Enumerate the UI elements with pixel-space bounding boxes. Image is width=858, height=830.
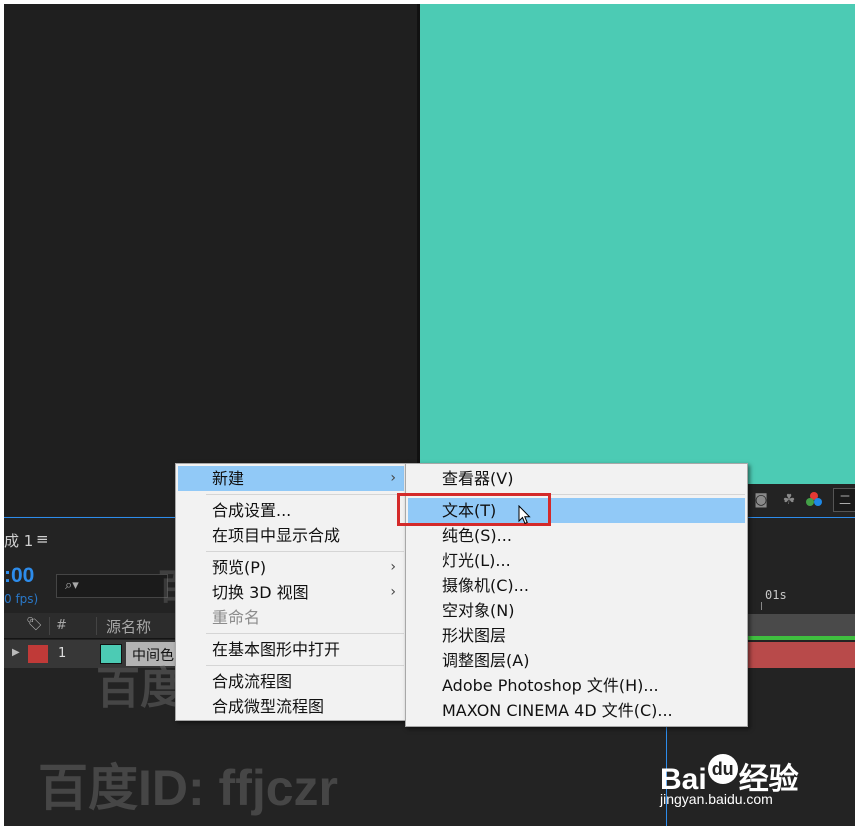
menu-item-shape-layer[interactable]: 形状图层 [408, 623, 745, 648]
menu-separator [206, 494, 404, 495]
menu-item-camera[interactable]: 摄像机(C)... [408, 573, 745, 598]
layer-search-input[interactable]: ⌕▾ [56, 574, 168, 598]
frame-rate: 0 fps) [4, 592, 39, 606]
menu-item-reveal-in-project[interactable]: 在项目中显示合成 [178, 523, 404, 548]
menu-item-viewer[interactable]: 查看器(V) [408, 466, 745, 491]
viewer-pasteboard [4, 4, 417, 516]
menu-item-label: 切换 3D 视图 [212, 583, 309, 602]
menu-separator [206, 665, 404, 666]
label-tag-icon[interactable]: 🏷 [26, 617, 43, 632]
menu-item-comp-flowchart[interactable]: 合成流程图 [178, 669, 404, 694]
menu-item-solid[interactable]: 纯色(S)... [408, 523, 745, 548]
channel-rgb-icon[interactable] [805, 492, 823, 508]
menu-item-comp-mini-flowchart[interactable]: 合成微型流程图 [178, 694, 404, 719]
column-number-header[interactable]: # [56, 618, 67, 633]
mouse-cursor-icon [518, 505, 531, 525]
menu-item-photoshop-file[interactable]: Adobe Photoshop 文件(H)... [408, 673, 745, 698]
timeline-tab[interactable]: 成 1 [4, 530, 33, 551]
column-divider [96, 617, 97, 635]
menu-item-cinema4d-file[interactable]: MAXON CINEMA 4D 文件(C)... [408, 698, 745, 723]
region-of-interest-button[interactable]: 二 [833, 488, 855, 512]
baidu-jingyan-url: jingyan.baidu.com [660, 791, 773, 807]
menu-item-label: 新建 [212, 469, 245, 488]
menu-item-switch-3d-view[interactable]: 切换 3D 视图 › [178, 580, 404, 605]
ruler-time-label: 01s [765, 588, 787, 602]
submenu-arrow-icon: › [390, 559, 396, 575]
ruler-tick [761, 602, 762, 610]
context-menu: 新建 › 合成设置... 在项目中显示合成 预览(P) › 切换 3D 视图 ›… [175, 463, 407, 721]
submenu-arrow-icon: › [390, 584, 396, 600]
submenu-arrow-icon: › [390, 470, 396, 486]
composition-canvas[interactable] [420, 4, 855, 484]
current-timecode[interactable]: :00 [4, 564, 34, 588]
menu-item-light[interactable]: 灯光(L)... [408, 548, 745, 573]
expand-arrow-icon[interactable]: ▶ [12, 647, 20, 658]
menu-item-rename: 重命名 [212, 608, 261, 627]
menu-item-new[interactable]: 新建 › [178, 466, 404, 491]
menu-separator [206, 633, 404, 634]
layer-label-color[interactable] [28, 645, 48, 663]
menu-item-adjustment-layer[interactable]: 调整图层(A) [408, 648, 745, 673]
baidu-paw-icon: du [707, 754, 738, 784]
menu-separator [206, 551, 404, 552]
watermark-text: 百度ID: ffjczr [38, 760, 338, 816]
menu-item-preview[interactable]: 预览(P) › [178, 555, 404, 580]
show-snapshot-icon[interactable]: ☘ [780, 492, 798, 508]
menu-item-open-essential-graphics[interactable]: 在基本图形中打开 [178, 637, 404, 662]
layer-number: 1 [58, 646, 67, 661]
menu-item-comp-settings[interactable]: 合成设置... [178, 498, 404, 523]
menu-item-label: 预览(P) [212, 558, 267, 577]
menu-item-null-object[interactable]: 空对象(N) [408, 598, 745, 623]
snapshot-icon[interactable]: ◙ [752, 492, 770, 508]
column-divider [49, 617, 50, 635]
column-source-name-header[interactable]: 源名称 [106, 616, 151, 637]
panel-menu-icon[interactable]: ≡ [36, 530, 49, 548]
